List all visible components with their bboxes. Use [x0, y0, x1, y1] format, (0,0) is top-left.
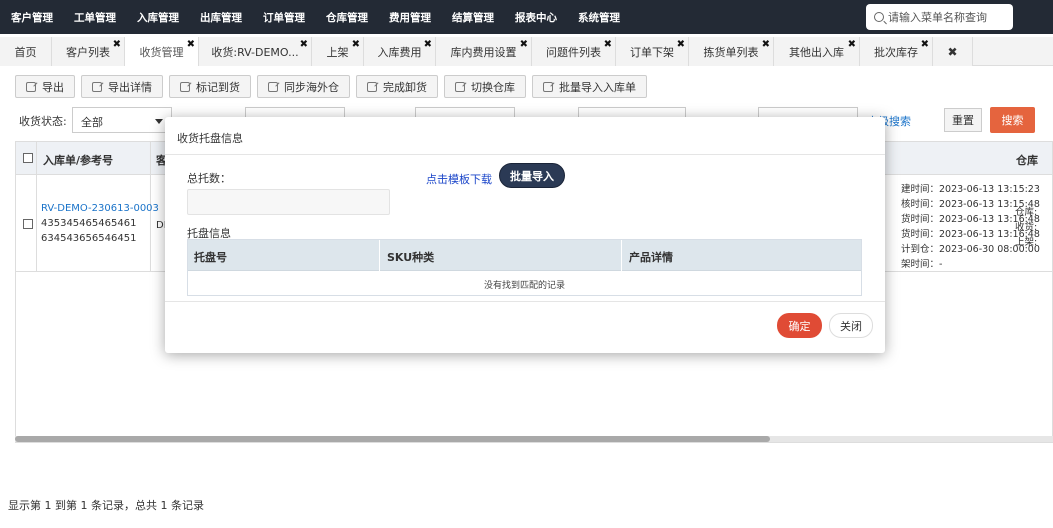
divider — [165, 154, 885, 155]
pallet-table: 托盘号 SKU种类 产品详情 没有找到匹配的记录 — [187, 239, 862, 296]
dialog-title: 收货托盘信息 — [177, 132, 243, 145]
pallet-table-header: 托盘号 SKU种类 产品详情 — [188, 240, 861, 271]
divider — [165, 301, 885, 302]
header-pallet-no: 托盘号 — [194, 251, 227, 264]
template-download-link[interactable]: 点击模板下载 — [426, 171, 492, 187]
close-button[interactable]: 关闭 — [829, 313, 873, 338]
divider — [621, 240, 622, 271]
pallet-info-dialog: 收货托盘信息 总托数： 点击模板下载 批量导入 托盘信息 托盘号 SKU种类 产… — [165, 117, 885, 353]
header-product-detail: 产品详情 — [629, 251, 673, 264]
batch-import-pallets-button[interactable]: 批量导入 — [499, 163, 565, 188]
header-sku-types: SKU种类 — [387, 251, 435, 264]
total-pallets-input[interactable] — [187, 189, 390, 215]
confirm-button[interactable]: 确定 — [777, 313, 822, 338]
empty-message: 没有找到匹配的记录 — [483, 281, 565, 291]
total-pallets-label: 总托数： — [187, 172, 231, 185]
divider — [379, 240, 380, 271]
